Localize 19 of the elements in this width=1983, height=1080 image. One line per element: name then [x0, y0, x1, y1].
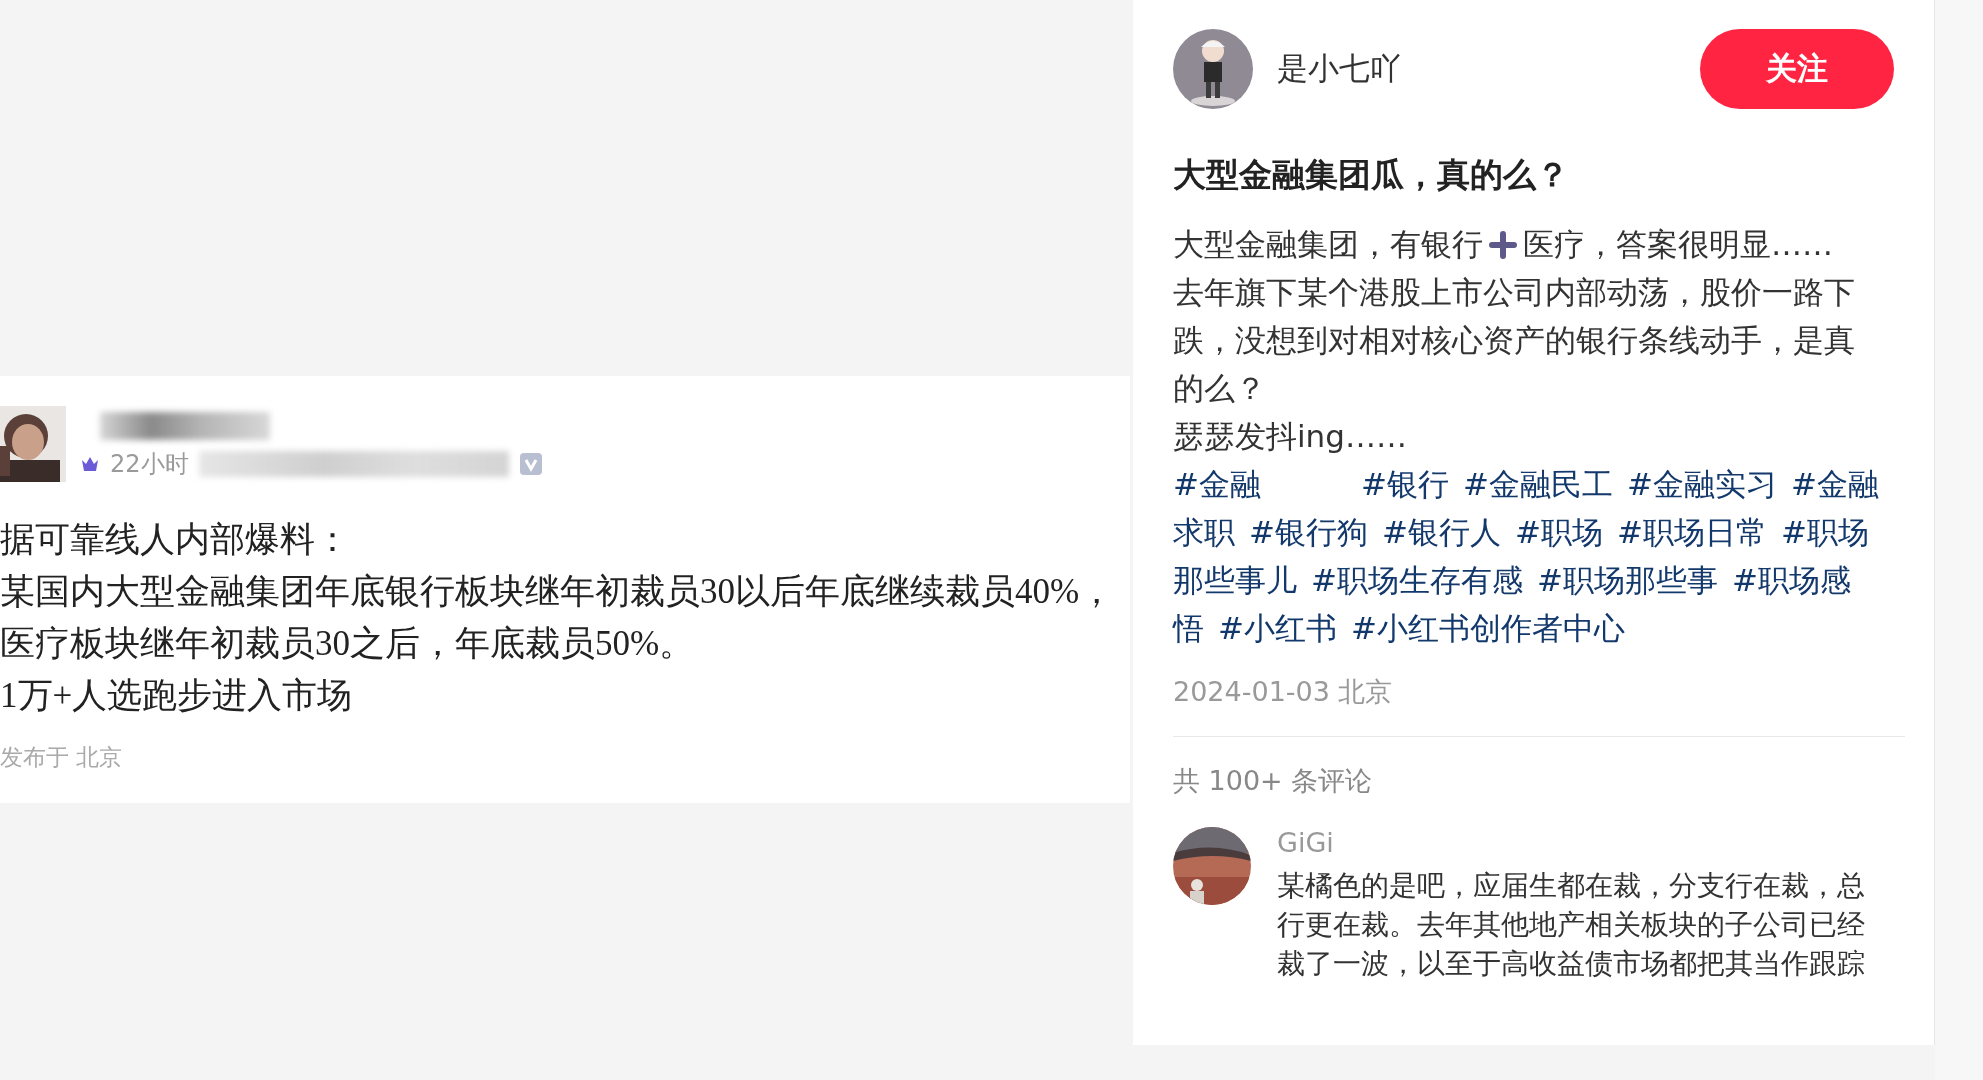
comment-count: 共 100+ 条评论	[1173, 764, 1373, 798]
post-time: 22小时	[110, 449, 189, 480]
verified-icon	[518, 452, 543, 476]
note-text: 去年旗下某个港股上市公司内部动荡，股价一路下跌，没想到对相对核心资产的银行条线动手，是真的么？	[1173, 273, 1856, 408]
post-text: 医疗板块继年初裁员30之后，年底裁员50%。	[0, 623, 695, 665]
hashtag-list[interactable]: #金融 #银行 #金融民工 #金融实习 #金融求职 #银行狗 #银行人 #职场 #职场日常 #职场那些事儿 #职场生存有感 #职场那些事 #职场感悟 #小红书 #小红书创作者中心	[1173, 460, 1895, 652]
post-text: 1万+人选跑步进入市场	[0, 675, 353, 717]
note-text: 大型金融集团，有银行 医疗，答案很明显……	[1173, 225, 1834, 264]
follow-button[interactable]: 关注	[1700, 29, 1894, 109]
commenter-name: GiGi	[1277, 827, 1334, 858]
plus-icon	[1489, 231, 1517, 259]
post-date: 2024-01-03 北京	[1173, 675, 1393, 709]
note-text: 瑟瑟发抖ing……	[1173, 417, 1408, 456]
comment-text: 某橘色的是吧，应届生都在裁，分支行在裁，总行更在裁。去年其他地产相关板块的子公司已经裁了一波，以至于高收益债市场都把其当作跟踪	[1277, 868, 1866, 982]
post-location: 发布于 北京	[0, 743, 123, 772]
note-title: 大型金融集团瓜，真的么？	[1173, 154, 1570, 196]
post-text: 据可靠线人内部爆料：	[0, 519, 350, 561]
post-text: 某国内大型金融集团年底银行板块继年初裁员30以后年底继续裁员40%，	[0, 571, 1115, 613]
author-name: 是小七吖	[1277, 49, 1402, 88]
